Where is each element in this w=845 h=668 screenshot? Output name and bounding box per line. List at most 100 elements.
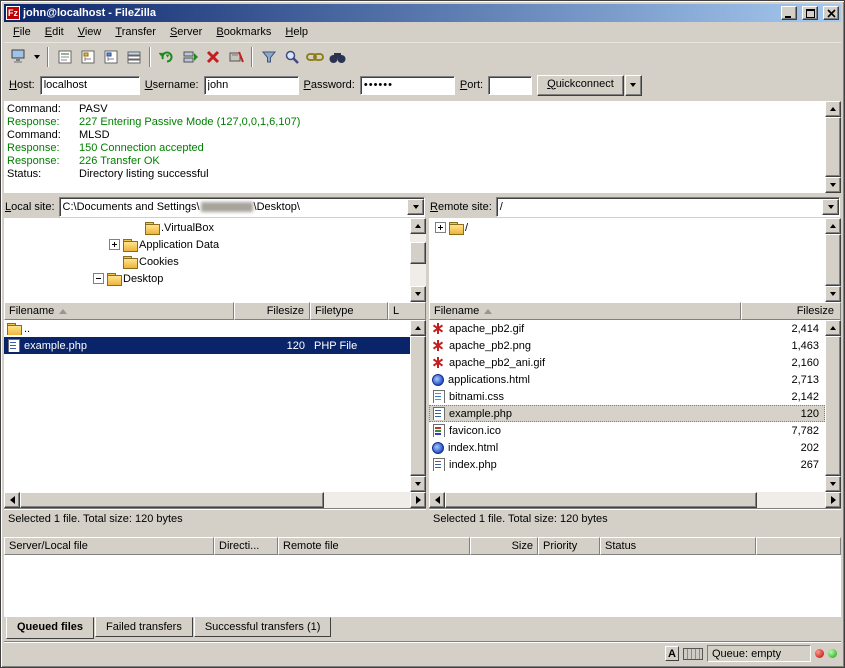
toggle-message-log-button[interactable] [53, 45, 76, 68]
scroll-up-button[interactable] [825, 101, 841, 117]
scroll-right-button[interactable] [410, 492, 426, 508]
tree-item-desktop[interactable]: Desktop [4, 270, 410, 287]
quickconnect-button[interactable]: Quickconnect [537, 75, 624, 96]
scrollbar-thumb[interactable] [825, 117, 841, 177]
menu-bookmarks[interactable]: Bookmarks [209, 23, 278, 41]
tree-item-cookies[interactable]: Cookies [4, 253, 410, 270]
expander-minus-icon[interactable] [93, 273, 104, 284]
maximize-button[interactable] [802, 6, 818, 20]
local-horizontal-scrollbar[interactable] [4, 492, 426, 508]
menu-edit[interactable]: Edit [38, 23, 71, 41]
log-scrollbar[interactable] [825, 101, 841, 193]
scroll-down-button[interactable] [825, 476, 841, 492]
password-input[interactable] [360, 76, 455, 95]
toolbar-separator [47, 47, 49, 67]
remote-list-scrollbar[interactable] [825, 320, 841, 492]
column-header-filesize[interactable]: Filesize [741, 302, 841, 320]
file-row[interactable]: index.php 267 [429, 456, 825, 473]
column-header-direction[interactable]: Directi... [214, 537, 278, 555]
column-header-filename[interactable]: Filename [4, 302, 234, 320]
tree-item-virtualbox[interactable]: .VirtualBox [4, 219, 410, 236]
file-row[interactable]: apache_pb2.png 1,463 [429, 337, 825, 354]
tab-failed-transfers[interactable]: Failed transfers [95, 617, 193, 637]
port-input[interactable] [488, 76, 532, 95]
menu-help[interactable]: Help [278, 23, 315, 41]
local-site-combo[interactable]: C:\Documents and Settings\\Desktop\ [59, 197, 425, 217]
scrollbar-thumb[interactable] [445, 492, 757, 508]
local-tree-scrollbar[interactable] [410, 218, 426, 302]
synchronized-browsing-button[interactable] [303, 45, 326, 68]
arrow-up-icon [830, 224, 836, 228]
refresh-button[interactable] [155, 45, 178, 68]
scroll-down-button[interactable] [410, 476, 426, 492]
column-header-filetype[interactable]: Filetype [310, 302, 388, 320]
close-button[interactable] [823, 6, 839, 20]
filter-button[interactable] [257, 45, 280, 68]
host-input[interactable] [40, 76, 140, 95]
scroll-right-button[interactable] [825, 492, 841, 508]
scroll-left-button[interactable] [4, 492, 20, 508]
site-manager-button[interactable] [7, 45, 30, 68]
cancel-button[interactable] [201, 45, 224, 68]
file-row[interactable]: bitnami.css 2,142 [429, 388, 825, 405]
scrollbar-thumb[interactable] [825, 336, 841, 476]
file-row[interactable]: applications.html 2,713 [429, 371, 825, 388]
column-header-server-local-file[interactable]: Server/Local file [4, 537, 214, 555]
column-header-status[interactable]: Status [600, 537, 756, 555]
tab-queued-files[interactable]: Queued files [6, 617, 94, 639]
column-header-lastmodified[interactable]: L [388, 302, 426, 320]
scroll-left-button[interactable] [429, 492, 445, 508]
file-row[interactable]: apache_pb2.gif 2,414 [429, 320, 825, 337]
column-header-size[interactable]: Size [470, 537, 538, 555]
expander-plus-icon[interactable] [109, 239, 120, 250]
scroll-down-button[interactable] [825, 177, 841, 193]
toggle-remote-tree-button[interactable] [99, 45, 122, 68]
column-header-filesize[interactable]: Filesize [234, 302, 310, 320]
file-row-selected[interactable]: example.php 120 PHP File [4, 337, 410, 354]
find-files-button[interactable] [326, 45, 349, 68]
scroll-down-button[interactable] [410, 286, 426, 302]
toggle-transfer-queue-button[interactable] [122, 45, 145, 68]
scrollbar-thumb[interactable] [20, 492, 324, 508]
queue-list-empty[interactable] [4, 555, 841, 617]
remote-site-combo[interactable]: / [496, 197, 840, 217]
compare-directories-button[interactable] [280, 45, 303, 68]
expander-plus-icon[interactable] [435, 222, 446, 233]
scrollbar-thumb[interactable] [825, 234, 841, 286]
local-site-dropdown-button[interactable] [407, 199, 424, 215]
scroll-up-button[interactable] [825, 320, 841, 336]
menu-server[interactable]: Server [163, 23, 209, 41]
menu-transfer[interactable]: Transfer [108, 23, 163, 41]
menu-view[interactable]: View [71, 23, 109, 41]
toggle-local-tree-button[interactable] [76, 45, 99, 68]
disconnect-button[interactable] [224, 45, 247, 68]
menu-file[interactable]: File [6, 23, 38, 41]
file-row[interactable]: index.html 202 [429, 439, 825, 456]
scroll-up-button[interactable] [410, 218, 426, 234]
scrollbar-thumb[interactable] [410, 242, 426, 264]
remote-horizontal-scrollbar[interactable] [429, 492, 841, 508]
local-list-scrollbar[interactable] [410, 320, 426, 492]
quickconnect-dropdown-button[interactable] [625, 75, 642, 96]
tree-item-application-data[interactable]: Application Data [4, 236, 410, 253]
file-row-selected[interactable]: example.php 120 [429, 405, 825, 422]
minimize-button[interactable] [781, 6, 797, 20]
column-header-priority[interactable]: Priority [538, 537, 600, 555]
site-manager-dropdown-button[interactable] [30, 45, 43, 68]
column-header-remote-file[interactable]: Remote file [278, 537, 470, 555]
remote-tree-scrollbar[interactable] [825, 218, 841, 302]
process-queue-button[interactable] [178, 45, 201, 68]
file-row-parent-dir[interactable]: .. [4, 320, 410, 337]
scroll-up-button[interactable] [410, 320, 426, 336]
file-row[interactable]: apache_pb2_ani.gif 2,160 [429, 354, 825, 371]
tab-successful-transfers[interactable]: Successful transfers (1) [194, 617, 332, 637]
column-header-filename[interactable]: Filename [429, 302, 741, 320]
titlebar[interactable]: john@localhost - FileZilla [4, 4, 841, 22]
remote-site-dropdown-button[interactable] [822, 199, 839, 215]
scroll-up-button[interactable] [825, 218, 841, 234]
scrollbar-thumb[interactable] [410, 336, 426, 476]
tree-item-root[interactable]: / [429, 219, 825, 236]
username-input[interactable] [204, 76, 299, 95]
scroll-down-button[interactable] [825, 286, 841, 302]
file-row[interactable]: favicon.ico 7,782 [429, 422, 825, 439]
